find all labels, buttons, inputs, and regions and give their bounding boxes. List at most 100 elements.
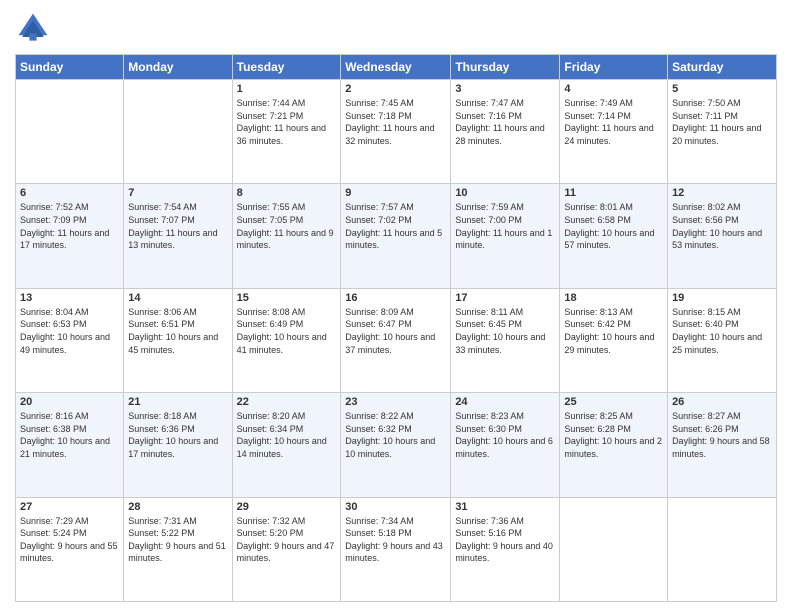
day-number: 19 [672, 292, 772, 304]
calendar-day: 18 Sunrise: 8:13 AMSunset: 6:42 PMDayligh… [560, 288, 668, 392]
day-number: 20 [20, 396, 119, 408]
day-number: 16 [345, 292, 446, 304]
day-info: Sunrise: 8:02 AMSunset: 6:56 PMDaylight:… [672, 201, 772, 251]
day-number: 8 [237, 187, 337, 199]
day-info: Sunrise: 7:34 AMSunset: 5:18 PMDaylight:… [345, 515, 446, 565]
day-number: 17 [455, 292, 555, 304]
logo [15, 10, 55, 46]
calendar-day: 2Sunrise: 7:45 AMSunset: 7:18 PMDaylight… [341, 80, 451, 184]
day-info: Sunrise: 8:27 AMSunset: 6:26 PMDaylight:… [672, 410, 772, 460]
calendar-day: 30 Sunrise: 7:34 AMSunset: 5:18 PMDayligh… [341, 497, 451, 601]
day-info: Sunrise: 7:57 AMSunset: 7:02 PMDaylight:… [345, 201, 446, 251]
day-info: Sunrise: 8:25 AMSunset: 6:28 PMDaylight:… [564, 410, 663, 460]
calendar-week-4: 27 Sunrise: 7:29 AMSunset: 5:24 PMDayligh… [16, 497, 777, 601]
calendar-day: 21Sunrise: 8:18 AMSunset: 6:36 PMDayligh… [124, 393, 232, 497]
calendar-header-friday: Friday [560, 55, 668, 80]
calendar-header-row: SundayMondayTuesdayWednesdayThursdayFrid… [16, 55, 777, 80]
day-number: 18 [564, 292, 663, 304]
day-info: Sunrise: 7:32 AMSunset: 5:20 PMDaylight:… [237, 515, 337, 565]
day-number: 27 [20, 501, 119, 513]
logo-icon [15, 10, 51, 46]
day-number: 26 [672, 396, 772, 408]
calendar-day: 28 Sunrise: 7:31 AMSunset: 5:22 PMDayligh… [124, 497, 232, 601]
day-info: Sunrise: 7:59 AMSunset: 7:00 PMDaylight:… [455, 201, 555, 251]
day-number: 13 [20, 292, 119, 304]
day-number: 11 [564, 187, 663, 199]
day-number: 6 [20, 187, 119, 199]
day-info: Sunrise: 7:47 AMSunset: 7:16 PMDaylight:… [455, 97, 555, 147]
header [15, 10, 777, 46]
calendar-day [668, 497, 777, 601]
day-info: Sunrise: 7:55 AMSunset: 7:05 PMDaylight:… [237, 201, 337, 251]
day-number: 30 [345, 501, 446, 513]
day-info: Sunrise: 8:08 AMSunset: 6:49 PMDaylight:… [237, 306, 337, 356]
day-info: Sunrise: 8:11 AMSunset: 6:45 PMDaylight:… [455, 306, 555, 356]
day-info: Sunrise: 8:22 AMSunset: 6:32 PMDaylight:… [345, 410, 446, 460]
calendar: SundayMondayTuesdayWednesdayThursdayFrid… [15, 54, 777, 602]
day-number: 5 [672, 83, 772, 95]
calendar-day: 13 Sunrise: 8:04 AMSunset: 6:53 PMDayligh… [16, 288, 124, 392]
day-number: 28 [128, 501, 227, 513]
calendar-day: 7 Sunrise: 7:54 AMSunset: 7:07 PMDaylight… [124, 184, 232, 288]
day-info: Sunrise: 7:36 AMSunset: 5:16 PMDaylight:… [455, 515, 555, 565]
day-info: Sunrise: 7:54 AMSunset: 7:07 PMDaylight:… [128, 201, 227, 251]
day-number: 7 [128, 187, 227, 199]
day-number: 25 [564, 396, 663, 408]
day-info: Sunrise: 7:44 AMSunset: 7:21 PMDaylight:… [237, 97, 337, 147]
day-number: 10 [455, 187, 555, 199]
day-info: Sunrise: 8:13 AMSunset: 6:42 PMDaylight:… [564, 306, 663, 356]
day-info: Sunrise: 8:01 AMSunset: 6:58 PMDaylight:… [564, 201, 663, 251]
calendar-day: 20 Sunrise: 8:16 AMSunset: 6:38 PMDayligh… [16, 393, 124, 497]
calendar-day: 3 Sunrise: 7:47 AMSunset: 7:16 PMDaylight… [451, 80, 560, 184]
calendar-day: 25 Sunrise: 8:25 AMSunset: 6:28 PMDayligh… [560, 393, 668, 497]
calendar-day: 22Sunrise: 8:20 AMSunset: 6:34 PMDayligh… [232, 393, 341, 497]
calendar-day [560, 497, 668, 601]
calendar-day: 29 Sunrise: 7:32 AMSunset: 5:20 PMDayligh… [232, 497, 341, 601]
calendar-week-0: 1 Sunrise: 7:44 AMSunset: 7:21 PMDaylight… [16, 80, 777, 184]
calendar-day: 23Sunrise: 8:22 AMSunset: 6:32 PMDayligh… [341, 393, 451, 497]
calendar-day [16, 80, 124, 184]
day-info: Sunrise: 7:31 AMSunset: 5:22 PMDaylight:… [128, 515, 227, 565]
day-number: 4 [564, 83, 663, 95]
calendar-week-1: 6 Sunrise: 7:52 AMSunset: 7:09 PMDaylight… [16, 184, 777, 288]
day-number: 29 [237, 501, 337, 513]
calendar-day: 19 Sunrise: 8:15 AMSunset: 6:40 PMDayligh… [668, 288, 777, 392]
calendar-day: 10 Sunrise: 7:59 AMSunset: 7:00 PMDayligh… [451, 184, 560, 288]
calendar-day: 9Sunrise: 7:57 AMSunset: 7:02 PMDaylight… [341, 184, 451, 288]
day-info: Sunrise: 8:04 AMSunset: 6:53 PMDaylight:… [20, 306, 119, 356]
calendar-day: 5 Sunrise: 7:50 AMSunset: 7:11 PMDaylight… [668, 80, 777, 184]
day-info: Sunrise: 7:49 AMSunset: 7:14 PMDaylight:… [564, 97, 663, 147]
day-info: Sunrise: 7:29 AMSunset: 5:24 PMDaylight:… [20, 515, 119, 565]
day-info: Sunrise: 8:15 AMSunset: 6:40 PMDaylight:… [672, 306, 772, 356]
calendar-day: 14 Sunrise: 8:06 AMSunset: 6:51 PMDayligh… [124, 288, 232, 392]
calendar-day [124, 80, 232, 184]
day-info: Sunrise: 8:16 AMSunset: 6:38 PMDaylight:… [20, 410, 119, 460]
day-info: Sunrise: 8:09 AMSunset: 6:47 PMDaylight:… [345, 306, 446, 356]
calendar-day: 15 Sunrise: 8:08 AMSunset: 6:49 PMDayligh… [232, 288, 341, 392]
calendar-day: 4 Sunrise: 7:49 AMSunset: 7:14 PMDaylight… [560, 80, 668, 184]
day-number: 2 [345, 83, 446, 95]
calendar-header-thursday: Thursday [451, 55, 560, 80]
day-number: 24 [455, 396, 555, 408]
calendar-header-sunday: Sunday [16, 55, 124, 80]
calendar-day: 1 Sunrise: 7:44 AMSunset: 7:21 PMDaylight… [232, 80, 341, 184]
calendar-week-3: 20 Sunrise: 8:16 AMSunset: 6:38 PMDayligh… [16, 393, 777, 497]
day-number: 15 [237, 292, 337, 304]
day-info: Sunrise: 8:18 AMSunset: 6:36 PMDaylight:… [128, 410, 227, 460]
day-number: 3 [455, 83, 555, 95]
calendar-day: 26 Sunrise: 8:27 AMSunset: 6:26 PMDayligh… [668, 393, 777, 497]
calendar-day: 8 Sunrise: 7:55 AMSunset: 7:05 PMDaylight… [232, 184, 341, 288]
day-number: 1 [237, 83, 337, 95]
day-number: 12 [672, 187, 772, 199]
calendar-day: 24 Sunrise: 8:23 AMSunset: 6:30 PMDayligh… [451, 393, 560, 497]
day-info: Sunrise: 8:06 AMSunset: 6:51 PMDaylight:… [128, 306, 227, 356]
day-info: Sunrise: 7:52 AMSunset: 7:09 PMDaylight:… [20, 201, 119, 251]
day-number: 14 [128, 292, 227, 304]
calendar-header-wednesday: Wednesday [341, 55, 451, 80]
day-number: 22 [237, 396, 337, 408]
day-info: Sunrise: 8:23 AMSunset: 6:30 PMDaylight:… [455, 410, 555, 460]
calendar-header-tuesday: Tuesday [232, 55, 341, 80]
day-info: Sunrise: 7:50 AMSunset: 7:11 PMDaylight:… [672, 97, 772, 147]
calendar-day: 11 Sunrise: 8:01 AMSunset: 6:58 PMDayligh… [560, 184, 668, 288]
calendar-day: 27 Sunrise: 7:29 AMSunset: 5:24 PMDayligh… [16, 497, 124, 601]
